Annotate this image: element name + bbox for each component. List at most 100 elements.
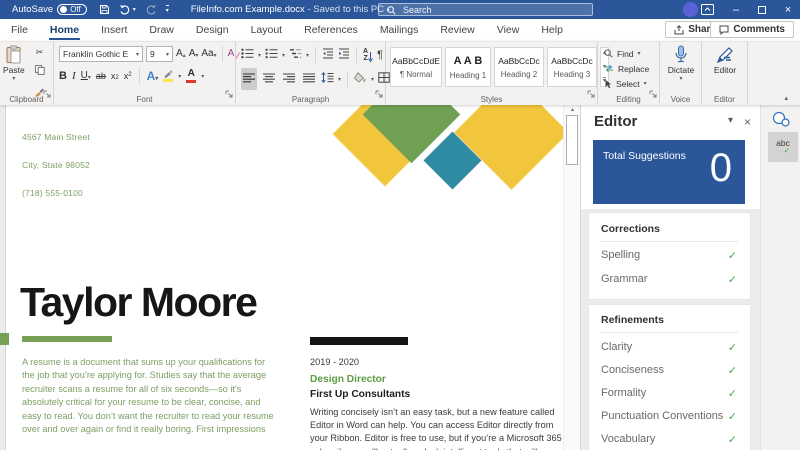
align-center-button[interactable]	[261, 68, 277, 90]
increase-indent-button[interactable]	[338, 46, 350, 64]
font-size-combo[interactable]: 9▾	[146, 46, 173, 62]
conciseness-check-icon: ✓	[728, 364, 737, 377]
avatar[interactable]	[683, 2, 698, 17]
dictate-dropdown-icon[interactable]: ▾	[679, 75, 682, 82]
search-input[interactable]: Search	[378, 3, 593, 16]
group-editor: Editor Editor	[702, 42, 748, 105]
show-formatting-button[interactable]: ¶	[377, 49, 383, 61]
maximize-button[interactable]	[749, 0, 775, 19]
font-name-combo[interactable]: Franklin Gothic E▾	[59, 46, 143, 62]
clarity-row[interactable]: Clarity	[601, 341, 632, 353]
tab-mailings[interactable]: Mailings	[369, 19, 430, 41]
font-dialog-launcher-icon[interactable]	[225, 85, 233, 103]
refinements-card: Refinements Clarity ✓ Conciseness ✓ Form…	[589, 305, 750, 450]
line-spacing-button[interactable]	[321, 70, 334, 88]
font-name-dropdown-icon[interactable]: ▾	[136, 51, 139, 58]
paste-dropdown-icon[interactable]: ▾	[12, 75, 15, 82]
scrollbar-thumb[interactable]	[566, 115, 578, 165]
style-normal[interactable]: AaBbCcDdE¶ Normal	[390, 47, 442, 87]
undo-dropdown-icon[interactable]: ▾	[133, 6, 136, 13]
style-heading1[interactable]: A A BHeading 1	[445, 47, 491, 87]
change-case-button[interactable]: Aa▾	[201, 49, 216, 59]
replace-button[interactable]: Replace	[604, 61, 649, 76]
text-effects-button[interactable]: A▾	[147, 70, 159, 82]
tab-draw[interactable]: Draw	[138, 19, 185, 41]
sort-button[interactable]: AZ	[363, 48, 373, 62]
proofing-tab[interactable]: abc ✓	[768, 132, 798, 162]
strikethrough-button[interactable]: ab	[96, 72, 106, 81]
font-size-dropdown-icon[interactable]: ▾	[166, 51, 169, 58]
pane-close-icon[interactable]: ×	[744, 115, 751, 129]
tab-home[interactable]: Home	[39, 19, 90, 41]
document-title[interactable]: FileInfo.com Example.docx - Saved to thi…	[191, 4, 390, 15]
find-button[interactable]: Find▾	[604, 46, 649, 61]
total-suggestions-card[interactable]: Total Suggestions 0	[593, 140, 745, 204]
redo-icon[interactable]	[145, 4, 157, 15]
justify-button[interactable]	[301, 68, 317, 90]
paste-button[interactable]: Paste ▾	[3, 45, 25, 82]
formality-row[interactable]: Formality	[601, 387, 646, 399]
resume-name-heading: Taylor Moore	[20, 279, 256, 326]
autosave-toggle[interactable]: AutoSave Off	[12, 4, 87, 15]
collapse-ribbon-icon[interactable]: ▴	[784, 94, 788, 102]
style-heading2[interactable]: AaBbCcDcHeading 2	[494, 47, 544, 87]
grow-font-button[interactable]: A▴	[176, 49, 186, 59]
undo-icon[interactable]: ▾	[119, 4, 136, 15]
paragraph-dialog-launcher-icon[interactable]	[375, 85, 383, 103]
shrink-font-button[interactable]: A▾	[189, 49, 199, 59]
conciseness-row[interactable]: Conciseness	[601, 364, 664, 376]
copy-icon[interactable]	[35, 62, 45, 80]
numbering-button[interactable]	[265, 46, 278, 64]
customize-qat-icon[interactable]: ▾	[166, 5, 169, 14]
find-icon	[604, 49, 613, 58]
styles-dialog-launcher-icon[interactable]	[587, 85, 595, 103]
editor-group-label: Editor	[702, 95, 747, 104]
align-left-button[interactable]	[241, 68, 257, 90]
tab-review[interactable]: Review	[429, 19, 485, 41]
tab-references[interactable]: References	[293, 19, 369, 41]
grammar-row[interactable]: Grammar	[601, 273, 647, 285]
close-button[interactable]: ×	[775, 0, 800, 19]
tab-file[interactable]: File	[0, 19, 39, 41]
comments-button[interactable]: Comments	[710, 21, 794, 38]
titlebar: AutoSave Off ▾ ▾ FileInfo.com Example.do…	[0, 0, 800, 19]
spelling-row[interactable]: Spelling	[601, 249, 640, 261]
document-page[interactable]: 4567 Main Street City, State 98052 (718)…	[6, 105, 563, 450]
scroll-up-icon[interactable]: ▴	[564, 106, 581, 113]
cut-icon[interactable]: ✂	[36, 47, 44, 58]
tab-help[interactable]: Help	[530, 19, 574, 41]
editing-dialog-launcher-icon[interactable]	[649, 85, 657, 103]
minimize-button[interactable]: –	[723, 0, 749, 19]
shading-button[interactable]	[354, 70, 367, 88]
underline-button[interactable]: U▾	[81, 71, 91, 81]
select-button[interactable]: Select▾	[604, 76, 649, 91]
pane-options-chevron-icon[interactable]: ▾	[728, 115, 733, 126]
autosave-label: AutoSave	[12, 4, 53, 15]
italic-button[interactable]: I	[72, 71, 76, 82]
save-icon[interactable]	[99, 4, 110, 15]
style-heading3[interactable]: AaBbCcDcHeading 3	[547, 47, 597, 87]
decrease-indent-button[interactable]	[322, 46, 334, 64]
tab-insert[interactable]: Insert	[90, 19, 138, 41]
quick-access-toolbar: ▾ ▾	[99, 4, 169, 15]
superscript-button[interactable]: x2	[124, 72, 132, 81]
punctuation-conventions-row[interactable]: Punctuation Conventions	[601, 410, 723, 422]
tab-layout[interactable]: Layout	[240, 19, 294, 41]
editor-button[interactable]: Editor	[702, 45, 748, 75]
dictate-button[interactable]: Dictate ▾	[660, 45, 702, 82]
ribbon-display-options-icon[interactable]	[701, 4, 714, 18]
highlight-button[interactable]	[163, 70, 173, 82]
multilevel-list-button[interactable]	[289, 46, 302, 64]
align-right-button[interactable]	[281, 68, 297, 90]
vertical-scrollbar[interactable]: ▴	[563, 105, 580, 450]
clipboard-dialog-launcher-icon[interactable]	[43, 85, 51, 103]
bold-button[interactable]: B	[59, 71, 67, 82]
tab-view[interactable]: View	[486, 19, 531, 41]
autosave-pill[interactable]: Off	[57, 4, 87, 15]
subscript-button[interactable]: x2	[111, 72, 119, 81]
font-color-button[interactable]: A	[186, 69, 196, 83]
bullets-button[interactable]	[241, 46, 254, 64]
tab-design[interactable]: Design	[185, 19, 240, 41]
vocabulary-row[interactable]: Vocabulary	[601, 433, 655, 445]
pane-bubbles-icon[interactable]	[771, 110, 791, 133]
